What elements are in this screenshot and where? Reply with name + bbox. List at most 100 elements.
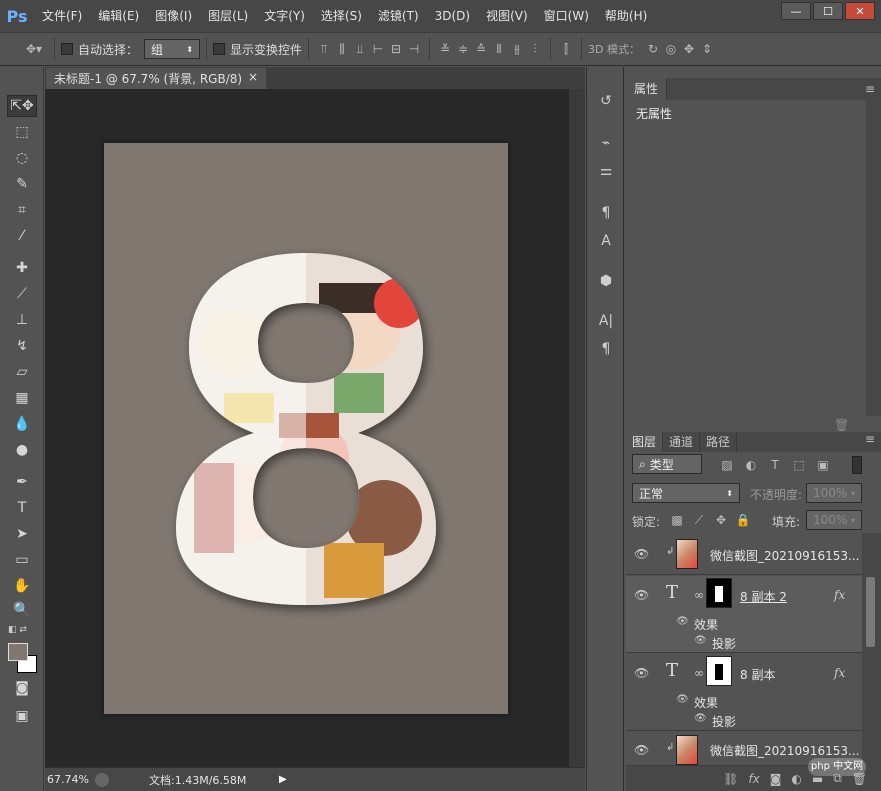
menu-file[interactable]: 文件(F) (34, 0, 90, 32)
show-transform-checkbox[interactable] (213, 43, 226, 55)
properties-scrollbar[interactable] (866, 100, 881, 416)
link-icon[interactable]: ∞ (694, 666, 704, 680)
menu-type[interactable]: 文字(Y) (256, 0, 313, 32)
move-tool-preset-icon[interactable]: ✥▾ (20, 40, 48, 58)
brush-tool-icon[interactable]: ⟋ (7, 283, 37, 305)
close-tab-icon[interactable]: × (248, 70, 258, 87)
layer-mask-thumbnail[interactable] (706, 578, 732, 608)
new-adjustment-icon[interactable]: ◐ (791, 772, 801, 786)
status-menu-icon[interactable] (95, 772, 109, 787)
layer-name[interactable]: 8 副本 (740, 666, 775, 683)
paragraph-panel-icon[interactable]: ¶ (595, 339, 617, 359)
align-bottom-icon[interactable]: ⫫ (351, 40, 369, 58)
filter-type-icon[interactable]: T (766, 456, 784, 474)
gradient-tool-icon[interactable]: ▦ (7, 387, 37, 409)
distribute-right-icon[interactable]: ⫶ (526, 40, 544, 58)
menu-edit[interactable]: 编辑(E) (90, 0, 147, 32)
effects-eye-icon[interactable]: 👁 (676, 694, 689, 705)
filter-adjustment-icon[interactable]: ◐ (742, 456, 760, 474)
eyedropper-tool-icon[interactable]: ⁄ (7, 225, 37, 247)
status-arrow-icon[interactable]: ▶ (279, 774, 287, 785)
scroll-thumb[interactable] (866, 577, 875, 647)
filter-pixel-icon[interactable]: ▨ (718, 456, 736, 474)
menu-select[interactable]: 选择(S) (313, 0, 370, 32)
zoom-level[interactable]: 67.74% (47, 773, 95, 786)
align-vcenter-icon[interactable]: ⫼ (333, 40, 351, 58)
lasso-tool-icon[interactable]: ◌ (7, 147, 37, 169)
layer-row[interactable]: 👁 T ∞ 8 副本 fx 👁 效果 👁 投影 (626, 654, 862, 731)
tab-layers[interactable]: 图层 (626, 432, 664, 452)
align-top-icon[interactable]: ⫪ (315, 40, 333, 58)
close-button[interactable]: ✕ (845, 2, 875, 20)
tab-paths[interactable]: 路径 (700, 432, 738, 452)
blur-tool-icon[interactable]: 💧 (7, 413, 37, 435)
visibility-eye-icon[interactable]: 👁 (634, 666, 649, 680)
link-icon[interactable]: ∞ (694, 588, 704, 602)
visibility-eye-icon[interactable]: 👁 (634, 588, 649, 602)
distribute-vcenter-icon[interactable]: ≑ (454, 40, 472, 58)
3d-rotate-icon[interactable]: ↻ (644, 40, 662, 58)
pen-tool-icon[interactable]: ✒ (7, 471, 37, 493)
lock-transparent-icon[interactable]: ▩ (668, 511, 686, 529)
layer-mask-thumbnail[interactable] (706, 656, 732, 686)
minimize-button[interactable]: — (781, 2, 811, 20)
menu-image[interactable]: 图像(I) (147, 0, 200, 32)
quick-select-tool-icon[interactable]: ✎ (7, 173, 37, 195)
add-mask-icon[interactable]: ◙ (770, 772, 782, 786)
layer-row[interactable]: 👁 T ∞ 8 副本 2 fx 👁 效果 👁 投影 (626, 576, 862, 653)
auto-align-icon[interactable]: ⫿ (557, 40, 575, 58)
filter-smart-object-icon[interactable]: ▣ (814, 456, 832, 474)
add-style-icon[interactable]: fx (748, 772, 759, 786)
align-right-icon[interactable]: ⊣ (405, 40, 423, 58)
canvas-vertical-scrollbar[interactable] (569, 89, 585, 767)
fill-input[interactable]: 100% ▾ (806, 510, 862, 530)
panel-menu-icon[interactable]: ≡ (865, 82, 875, 96)
3d-drag-icon[interactable]: ✥ (680, 40, 698, 58)
tab-channels[interactable]: 通道 (663, 432, 701, 452)
paragraph-styles-panel-icon[interactable]: A (595, 231, 617, 251)
hand-tool-icon[interactable]: ✋ (7, 575, 37, 597)
brush-presets-panel-icon[interactable]: ⚌ (595, 161, 617, 181)
layer-name[interactable]: 微信截图_20210916153... (710, 547, 859, 564)
blend-mode-dropdown[interactable]: 正常 ⬍ (632, 483, 740, 503)
filter-toggle[interactable] (852, 456, 862, 474)
visibility-eye-icon[interactable]: 👁 (634, 547, 649, 561)
layer-name[interactable]: 8 副本 2 (740, 588, 787, 605)
distribute-top-icon[interactable]: ≚ (436, 40, 454, 58)
align-hcenter-icon[interactable]: ⊟ (387, 40, 405, 58)
fx-icon[interactable]: fx (834, 666, 845, 680)
lock-position-icon[interactable]: ✥ (712, 511, 730, 529)
layer-filter-dropdown[interactable]: ⌕ 类型 (632, 454, 702, 474)
history-brush-tool-icon[interactable]: ↯ (7, 335, 37, 357)
foreground-color-swatch[interactable] (8, 643, 28, 661)
layer-name[interactable]: 微信截图_20210916153... (710, 742, 859, 759)
default-colors-icon[interactable]: ◧ ⇄ (8, 625, 27, 635)
healing-brush-tool-icon[interactable]: ✚ (7, 257, 37, 279)
3d-panel-icon[interactable]: ⬢ (595, 271, 617, 291)
delete-icon[interactable]: 🗑 (834, 418, 849, 432)
effect-drop-shadow[interactable]: 投影 (712, 713, 736, 730)
character-panel-icon[interactable]: A| (595, 311, 617, 331)
effect-eye-icon[interactable]: 👁 (694, 635, 707, 646)
layers-panel-menu-icon[interactable]: ≡ (865, 432, 875, 452)
fx-icon[interactable]: fx (834, 588, 845, 602)
path-select-tool-icon[interactable]: ➤ (7, 523, 37, 545)
tab-properties[interactable]: 属性 (626, 78, 668, 100)
layers-scrollbar[interactable] (862, 533, 881, 766)
menu-window[interactable]: 窗口(W) (536, 0, 597, 32)
zoom-tool-icon[interactable]: 🔍 (7, 599, 37, 621)
eraser-tool-icon[interactable]: ▱ (7, 361, 37, 383)
menu-view[interactable]: 视图(V) (478, 0, 536, 32)
filter-shape-icon[interactable]: ⬚ (790, 456, 808, 474)
link-layers-icon[interactable]: ⛓ (723, 772, 738, 786)
rectangle-tool-icon[interactable]: ▭ (7, 549, 37, 571)
screen-mode-icon[interactable]: ▣ (7, 705, 37, 727)
quick-mask-icon[interactable]: ◙ (7, 677, 37, 699)
opacity-input[interactable]: 100% ▾ (806, 483, 862, 503)
history-panel-icon[interactable]: ↺ (595, 91, 617, 111)
character-styles-panel-icon[interactable]: ¶ (595, 203, 617, 223)
3d-slide-icon[interactable]: ⇕ (698, 40, 716, 58)
effects-eye-icon[interactable]: 👁 (676, 616, 689, 627)
distribute-left-icon[interactable]: ⫴ (490, 40, 508, 58)
auto-select-checkbox[interactable] (61, 43, 73, 55)
